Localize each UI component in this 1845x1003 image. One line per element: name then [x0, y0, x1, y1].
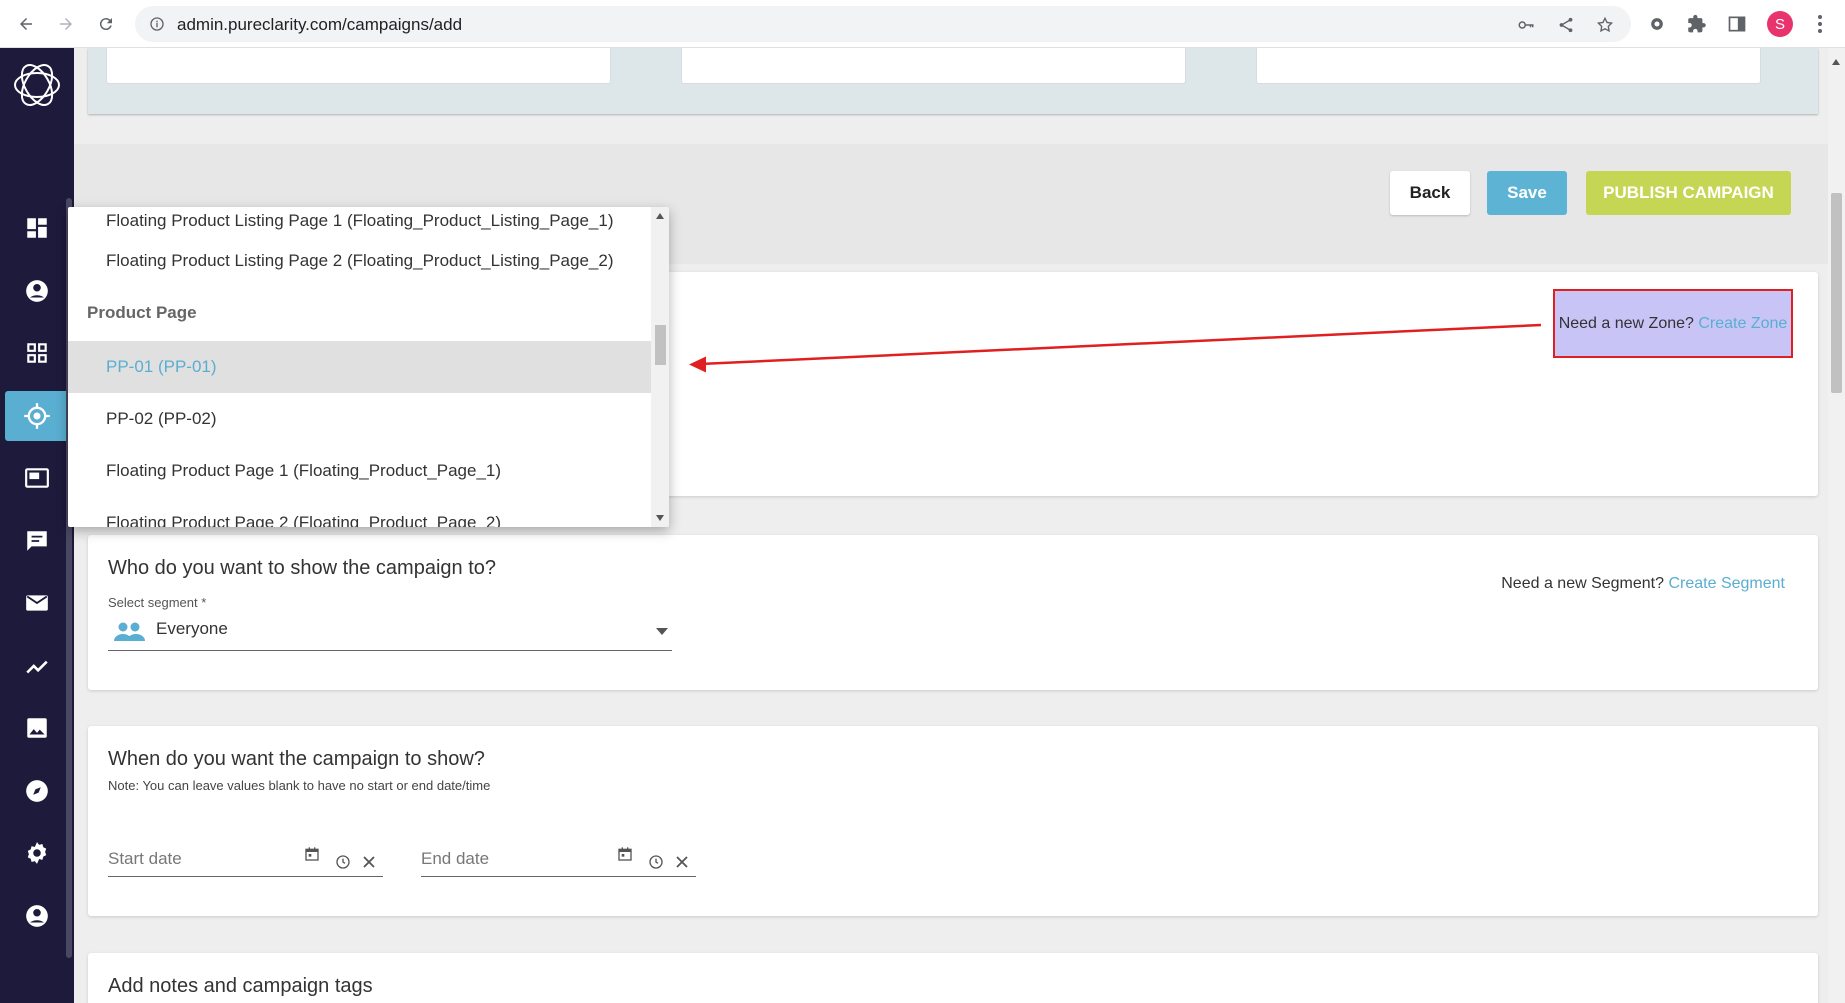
segment-label: Select segment * [108, 595, 207, 610]
people-icon [114, 622, 145, 641]
notes-card: Add notes and campaign tags [88, 953, 1818, 1003]
image-icon [27, 718, 47, 738]
schedule-title: When do you want the campaign to show? [108, 748, 485, 770]
sidebar-item-account[interactable] [5, 266, 69, 316]
save-button[interactable]: Save [1487, 171, 1567, 215]
end-date-placeholder: End date [421, 849, 490, 868]
target-icon [24, 403, 50, 429]
email-icon [26, 595, 48, 611]
clear-icon[interactable] [673, 853, 691, 871]
pureclarity-logo-icon[interactable] [10, 58, 64, 112]
dropdown-option[interactable]: Floating Product Listing Page 2 (Floatin… [68, 235, 651, 287]
create-zone-link[interactable]: Create Zone [1698, 315, 1787, 333]
settings-icon [27, 842, 47, 864]
zone-hint-annotation: Need a new Zone? Create Zone [1553, 289, 1793, 358]
sidebar-item-analytics[interactable] [5, 641, 69, 691]
calendar-icon[interactable] [303, 845, 321, 863]
bookmark-star-icon[interactable] [1596, 16, 1614, 39]
start-date-field[interactable]: Start date [108, 839, 383, 877]
segment-select[interactable]: Everyone [108, 615, 672, 651]
top-card-3[interactable] [1256, 48, 1761, 84]
sidebar-item-explore[interactable] [5, 766, 69, 816]
sidebar [0, 48, 74, 1003]
dropdown-group-label: Product Page [87, 303, 197, 322]
zone-hint-text: Need a new Zone? [1558, 314, 1694, 332]
dropdown-option[interactable]: PP-02 (PP-02) [68, 393, 651, 445]
extensions-puzzle-icon[interactable] [1685, 12, 1709, 36]
forward-arrow-icon[interactable] [54, 12, 78, 36]
top-card-2[interactable] [681, 48, 1186, 84]
start-date-placeholder: Start date [108, 849, 182, 868]
segment-hint-text: Need a new Segment? [1501, 575, 1665, 592]
dropdown-scrollbar[interactable] [651, 207, 669, 527]
clock-icon[interactable] [647, 853, 665, 871]
end-date-field[interactable]: End date [421, 839, 696, 877]
sidebar-item-apps[interactable] [5, 328, 69, 378]
sidebar-item-settings[interactable] [5, 828, 69, 878]
page-scroll-thumb[interactable] [1831, 193, 1842, 393]
sidebar-item-dashboard[interactable] [5, 203, 69, 253]
back-button[interactable]: Back [1390, 171, 1470, 215]
sidebar-item-messages[interactable] [5, 516, 69, 566]
trending-icon [26, 660, 48, 674]
scroll-up-icon[interactable] [1832, 52, 1840, 70]
scroll-down-icon[interactable] [655, 513, 665, 523]
dropdown-scroll-thumb[interactable] [655, 325, 666, 365]
profile-avatar[interactable]: S [1767, 11, 1793, 37]
schedule-card: When do you want the campaign to show? N… [88, 726, 1818, 916]
schedule-note: Note: You can leave values blank to have… [108, 778, 491, 793]
compass-icon [26, 780, 48, 802]
featured-video-icon [25, 468, 49, 488]
back-arrow-icon[interactable] [14, 12, 38, 36]
browser-toolbar: admin.pureclarity.com/campaigns/add S [0, 0, 1845, 48]
share-icon[interactable] [1557, 16, 1575, 39]
site-info-icon[interactable] [149, 16, 165, 37]
sidebar-item-images[interactable] [5, 703, 69, 753]
scroll-up-icon[interactable] [655, 211, 665, 221]
reload-icon[interactable] [94, 12, 118, 36]
top-section [88, 48, 1818, 114]
chevron-down-icon [656, 628, 668, 635]
clock-icon[interactable] [334, 853, 352, 871]
top-card-1[interactable] [106, 48, 611, 84]
segment-value: Everyone [156, 619, 228, 638]
url-text: admin.pureclarity.com/campaigns/add [177, 15, 463, 34]
extension-gear-icon[interactable] [1645, 12, 1669, 36]
account-circle-icon [26, 280, 48, 302]
notes-title: Add notes and campaign tags [108, 975, 373, 997]
apps-grid-icon [27, 343, 47, 363]
calendar-icon[interactable] [616, 845, 634, 863]
sidebar-item-banners[interactable] [5, 453, 69, 503]
address-bar[interactable]: admin.pureclarity.com/campaigns/add [135, 6, 1631, 42]
clear-icon[interactable] [360, 853, 378, 871]
segment-hint: Need a new Segment? Create Segment [1501, 575, 1785, 593]
dropdown-option[interactable]: Floating Product Page 2 (Floating_Produc… [68, 497, 651, 527]
dropdown-option-selected[interactable]: PP-01 (PP-01) [68, 341, 651, 393]
user-icon [26, 905, 48, 927]
zone-dropdown-menu: Floating Product Listing Page 1 (Floatin… [68, 207, 669, 527]
page-scrollbar[interactable] [1828, 48, 1845, 1003]
dashboard-icon [27, 218, 47, 238]
sidebar-item-campaigns[interactable] [5, 391, 69, 441]
side-panel-icon[interactable] [1725, 12, 1749, 36]
sidebar-item-profile[interactable] [5, 891, 69, 941]
segment-title: Who do you want to show the campaign to? [108, 557, 497, 579]
create-segment-link[interactable]: Create Segment [1668, 575, 1785, 592]
segment-card: Who do you want to show the campaign to?… [88, 535, 1818, 690]
browser-menu-icon[interactable] [1808, 12, 1832, 36]
dropdown-option[interactable]: Floating Product Page 1 (Floating_Produc… [68, 445, 651, 497]
publish-campaign-button[interactable]: PUBLISH CAMPAIGN [1586, 171, 1791, 215]
chat-icon [27, 531, 47, 551]
key-icon[interactable] [1517, 16, 1535, 39]
sidebar-item-email[interactable] [5, 578, 69, 628]
